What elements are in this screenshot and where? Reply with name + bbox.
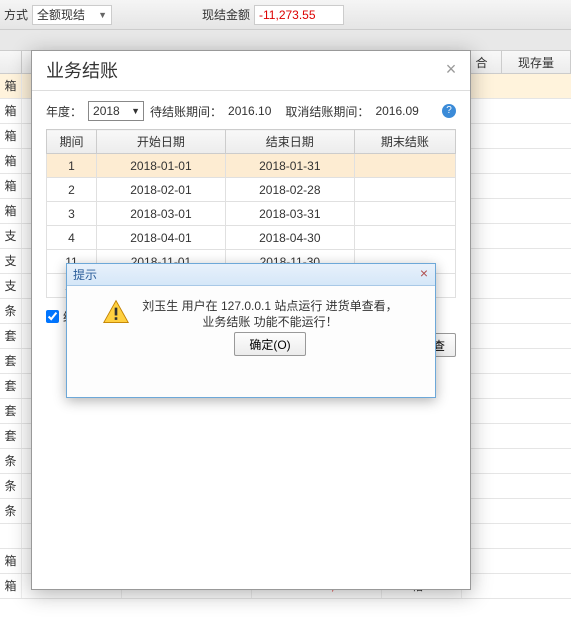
pending-value: 2016.10 — [228, 104, 271, 118]
table-row[interactable]: 22018-02-012018-02-28 — [47, 178, 456, 202]
year-label: 年度： — [46, 103, 82, 120]
cancel-period-value: 2016.09 — [375, 104, 418, 118]
close-icon[interactable]: × — [417, 267, 431, 281]
table-row[interactable]: 42018-04-012018-04-30 — [47, 226, 456, 250]
col-period: 期间 — [47, 130, 97, 154]
cash-value: -11,273.55 — [254, 5, 344, 25]
mode-label: 方式 — [4, 6, 28, 23]
table-row[interactable]: 12018-01-012018-01-31 — [47, 154, 456, 178]
alert-message: 刘玉生 用户在 127.0.0.1 站点运行 进货单查看，业务结账 功能不能运行… — [140, 298, 400, 330]
auto-adjust-checkbox[interactable] — [46, 310, 59, 323]
table-row[interactable]: 32018-03-012018-03-31 — [47, 202, 456, 226]
dialog-title: 业务结账 — [46, 61, 118, 81]
pending-label: 待结账期间： — [150, 103, 222, 120]
close-icon[interactable]: × — [442, 61, 460, 79]
col-close: 期末结账 — [354, 130, 455, 154]
alert-title: 提示 — [73, 268, 97, 282]
help-icon[interactable]: ? — [442, 104, 456, 118]
col-start: 开始日期 — [97, 130, 226, 154]
cancel-period-label: 取消结账期间： — [285, 103, 369, 120]
mode-value: 全额现结 — [37, 6, 85, 23]
dialog-title-bar: 业务结账 × — [32, 51, 470, 91]
alert-title-bar: 提示 × — [67, 264, 435, 286]
warning-icon — [102, 298, 130, 326]
background-toolbar: 方式 全额现结 ▼ 现结金额 -11,273.55 — [0, 0, 571, 30]
year-select[interactable]: 2018 ▼ — [88, 101, 144, 121]
grid-col-stock: 现存量 — [502, 51, 571, 73]
alert-dialog: 提示 × 刘玉生 用户在 127.0.0.1 站点运行 进货单查看，业务结账 功… — [66, 263, 436, 398]
mode-select[interactable]: 全额现结 ▼ — [32, 5, 112, 25]
cash-label: 现结金额 — [202, 6, 250, 23]
chevron-down-icon: ▼ — [131, 106, 140, 116]
year-value: 2018 — [93, 104, 120, 118]
ok-button[interactable]: 确定(O) — [234, 332, 305, 356]
filter-row: 年度： 2018 ▼ 待结账期间： 2016.10 取消结账期间： 2016.0… — [46, 101, 456, 121]
chevron-down-icon: ▼ — [98, 10, 107, 20]
col-end: 结束日期 — [225, 130, 354, 154]
